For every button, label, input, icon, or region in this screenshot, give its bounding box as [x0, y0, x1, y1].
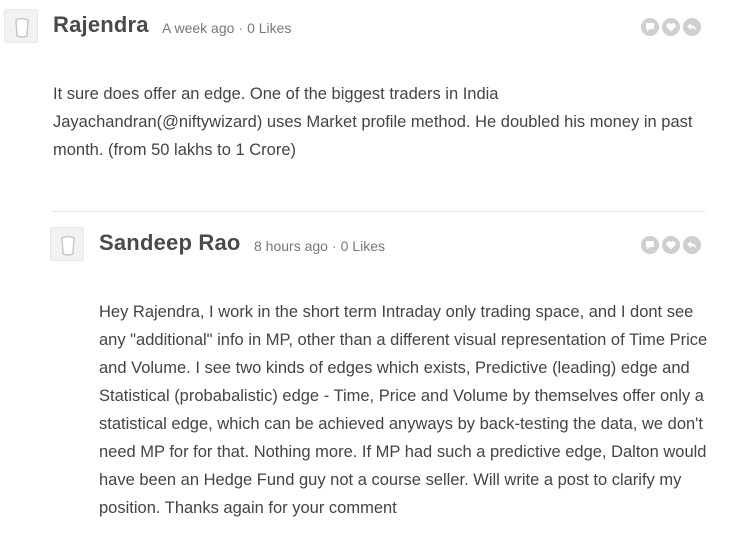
comment-author[interactable]: Sandeep Rao [99, 230, 241, 256]
comment-actions [641, 236, 701, 254]
comment-likes[interactable]: 0 Likes [247, 20, 291, 36]
comment-time[interactable]: 8 hours ago [254, 238, 328, 254]
comment-body: It sure does offer an edge. One of the b… [53, 85, 693, 159]
like-icon [666, 23, 676, 32]
meta-separator: · [331, 238, 337, 254]
meta-separator: · [238, 20, 244, 36]
avatar[interactable] [50, 227, 84, 261]
avatar-placeholder-icon [15, 17, 29, 38]
comment-time[interactable]: A week ago [162, 20, 234, 36]
share-icon [687, 23, 697, 31]
like-button[interactable] [662, 236, 680, 254]
reply-button[interactable] [641, 236, 659, 254]
reply-icon [646, 241, 654, 250]
comment-body: Hey Rajendra, I work in the short term I… [99, 303, 708, 517]
share-button[interactable] [683, 236, 701, 254]
share-button[interactable] [683, 18, 701, 36]
reply-icon [646, 23, 654, 32]
comment: Rajendra A week ago · 0 Likes It sure does… [0, 0, 740, 210]
comment-meta: A week ago · 0 Likes [162, 20, 291, 36]
avatar[interactable] [4, 9, 38, 43]
avatar-placeholder-icon [61, 235, 75, 256]
comment-likes[interactable]: 0 Likes [341, 238, 385, 254]
like-button[interactable] [662, 18, 680, 36]
like-icon [666, 241, 676, 250]
reply-button[interactable] [641, 18, 659, 36]
comment-author[interactable]: Rajendra [53, 12, 149, 38]
share-icon [687, 241, 697, 249]
comment-meta: 8 hours ago · 0 Likes [254, 238, 385, 254]
comment-actions [641, 18, 701, 36]
comment-reply: Sandeep Rao 8 hours ago · 0 Likes Hey Raje… [0, 212, 740, 551]
